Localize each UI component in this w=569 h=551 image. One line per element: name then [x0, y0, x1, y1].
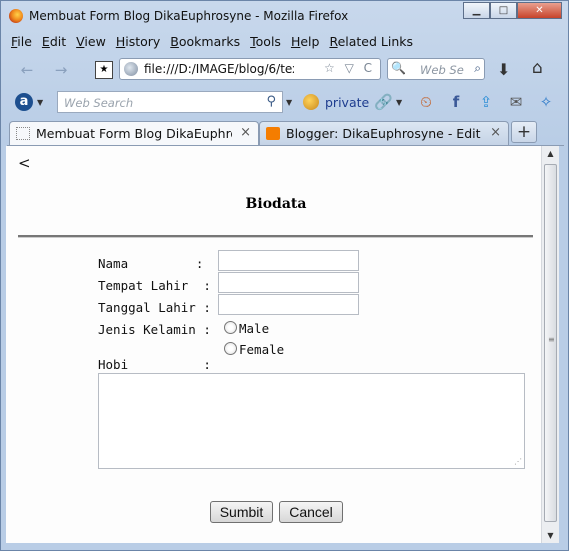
- menu-edit[interactable]: Edit: [38, 32, 70, 51]
- addon-logo-icon[interactable]: a: [15, 93, 33, 111]
- chevron-down-icon[interactable]: ▼: [286, 98, 292, 107]
- chevron-down-icon[interactable]: ▼: [37, 98, 43, 107]
- page-content: < Biodata Nama : Tempat Lahir : Tanggal …: [6, 146, 541, 543]
- blogger-icon: [266, 127, 280, 140]
- menu-bookmarks[interactable]: Bookmarks: [166, 32, 244, 51]
- download-icon[interactable]: ⬇: [497, 60, 510, 79]
- chevron-down-icon[interactable]: ▼: [396, 98, 402, 107]
- bookmark-star-icon[interactable]: ★: [95, 61, 113, 79]
- navigation-bar: ← → ★ file:///D:/IMAGE/blog/6/text.htm ☆…: [7, 55, 564, 85]
- search-go-icon[interactable]: ⌕: [474, 61, 481, 76]
- private-label[interactable]: private: [325, 95, 369, 110]
- mail-icon[interactable]: ✉: [507, 93, 525, 111]
- page-title: Biodata: [245, 196, 307, 212]
- menu-tools[interactable]: Tools: [246, 32, 285, 51]
- minimize-button[interactable]: ▁: [463, 2, 490, 19]
- share-icon[interactable]: ⇪: [477, 93, 495, 111]
- close-tab-icon[interactable]: ×: [490, 125, 501, 140]
- tanggal-lahir-input[interactable]: [218, 294, 359, 315]
- back-arrow-icon[interactable]: ←: [17, 61, 37, 79]
- scroll-down-icon[interactable]: ▼: [542, 528, 559, 543]
- nama-input[interactable]: [218, 250, 359, 271]
- male-label: Male: [239, 321, 270, 336]
- menu-file[interactable]: File: [7, 32, 36, 51]
- url-action-icons[interactable]: ☆ ▽ C: [324, 61, 375, 75]
- menu-help[interactable]: Help: [287, 32, 324, 51]
- addon-toolbar: a ▼ Web Search ⚲ ▼ private 🔗 ▼ ⏲ f ⇪ ✉ ✧: [7, 87, 564, 117]
- tab-membuat-form[interactable]: Membuat Form Blog DikaEuphrosyne ×: [9, 121, 259, 145]
- tab-label: Blogger: DikaEuphrosyne - Edit entri: [286, 126, 482, 141]
- menu-history[interactable]: History: [112, 32, 164, 51]
- divider: [18, 235, 533, 238]
- resize-grip-icon[interactable]: ⋰: [514, 457, 522, 466]
- vertical-scrollbar[interactable]: ▲ ≡ ▼: [541, 146, 559, 543]
- url-input[interactable]: file:///D:/IMAGE/blog/6/text.htm: [144, 62, 294, 76]
- maximize-button[interactable]: □: [490, 2, 517, 19]
- tab-blogger[interactable]: Blogger: DikaEuphrosyne - Edit entri ×: [259, 121, 509, 145]
- link-icon[interactable]: 🔗: [374, 93, 393, 111]
- search-engine-icon[interactable]: 🔍: [391, 61, 406, 75]
- menu-view[interactable]: View: [72, 32, 110, 51]
- magnifier-icon[interactable]: ⚲: [266, 94, 276, 109]
- back-link[interactable]: <: [18, 154, 31, 172]
- grip-icon: ≡: [548, 335, 555, 344]
- tempat-lahir-input[interactable]: [218, 272, 359, 293]
- page-icon: [16, 127, 30, 140]
- tab-label: Membuat Form Blog DikaEuphrosyne: [36, 126, 232, 141]
- submit-button[interactable]: Sumbit: [210, 501, 273, 523]
- close-button[interactable]: ✕: [517, 2, 562, 19]
- female-radio[interactable]: [224, 342, 237, 355]
- cancel-button[interactable]: Cancel: [279, 501, 343, 523]
- forward-arrow-icon[interactable]: →: [51, 61, 71, 79]
- label-jenis-kelamin: Jenis Kelamin :: [98, 322, 211, 337]
- menu-related-links[interactable]: Related Links: [325, 32, 417, 51]
- tab-strip: Membuat Form Blog DikaEuphrosyne × Blogg…: [7, 119, 564, 146]
- scrollbar-thumb[interactable]: ≡: [544, 164, 557, 522]
- facebook-icon[interactable]: f: [447, 93, 465, 111]
- sparkle-icon[interactable]: ✧: [537, 93, 555, 111]
- web-search-input[interactable]: Web Search: [64, 96, 133, 110]
- private-icon[interactable]: [303, 94, 319, 110]
- search-input[interactable]: Web Search: [420, 63, 464, 77]
- female-label: Female: [239, 342, 285, 357]
- globe-icon: [124, 62, 138, 76]
- window-title: Membuat Form Blog DikaEuphrosyne - Mozil…: [29, 9, 349, 23]
- menu-bar: File Edit View History Bookmarks Tools H…: [7, 32, 419, 51]
- label-nama: Nama :: [98, 256, 204, 271]
- timer-icon[interactable]: ⏲: [417, 93, 435, 111]
- scroll-up-icon[interactable]: ▲: [542, 146, 559, 161]
- title-bar: Membuat Form Blog DikaEuphrosyne - Mozil…: [1, 1, 568, 31]
- male-radio[interactable]: [224, 321, 237, 334]
- close-tab-icon[interactable]: ×: [240, 125, 251, 140]
- home-icon[interactable]: ⌂: [532, 58, 543, 78]
- browser-window: Membuat Form Blog DikaEuphrosyne - Mozil…: [0, 0, 569, 551]
- web-search-field[interactable]: Web Search ⚲: [57, 91, 283, 113]
- label-tempat-lahir: Tempat Lahir :: [98, 278, 211, 293]
- label-hobi: Hobi :: [98, 357, 211, 372]
- hobi-textarea[interactable]: ⋰: [98, 373, 525, 469]
- search-box[interactable]: 🔍 Web Search ⌕: [387, 58, 485, 80]
- label-tanggal-lahir: Tanggal Lahir :: [98, 300, 211, 315]
- firefox-logo-icon: [9, 9, 23, 23]
- new-tab-button[interactable]: +: [511, 121, 537, 143]
- url-bar[interactable]: file:///D:/IMAGE/blog/6/text.htm ☆ ▽ C: [119, 58, 381, 80]
- window-controls: ▁ □ ✕: [463, 2, 562, 19]
